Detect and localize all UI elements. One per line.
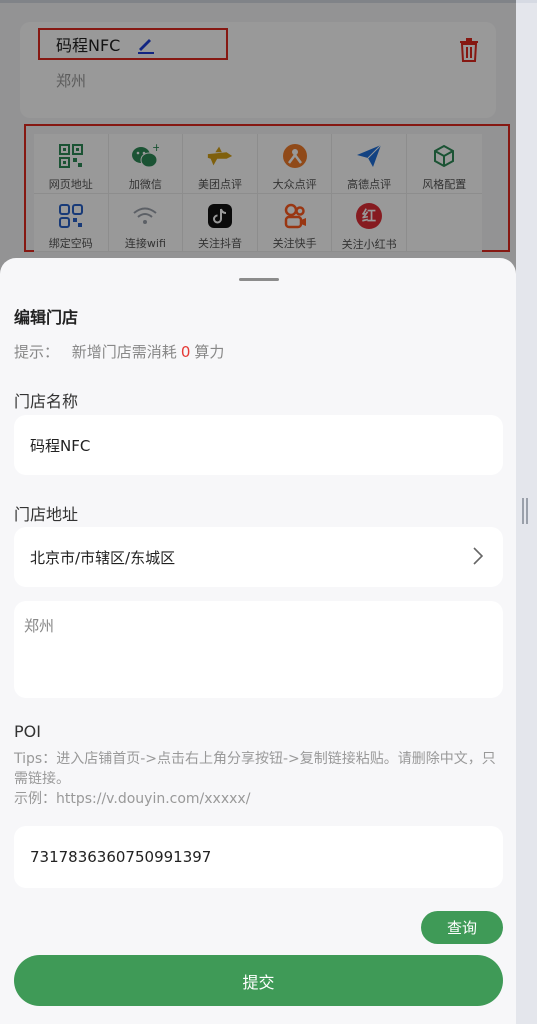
address-region-picker[interactable]: 北京市/市辖区/东城区 <box>14 527 503 587</box>
sheet-handle[interactable] <box>239 278 279 281</box>
store-name-label: 门店名称 <box>14 392 79 411</box>
sheet-title: 编辑门店 <box>14 308 79 327</box>
query-button[interactable]: 查询 <box>421 911 503 944</box>
store-address-label: 门店地址 <box>14 505 79 524</box>
poi-label: POI <box>14 722 41 741</box>
store-name-input[interactable]: 码程NFC <box>14 415 503 475</box>
submit-button[interactable]: 提交 <box>14 955 503 1006</box>
poi-input[interactable]: 7317836360750991397 <box>14 826 503 888</box>
resize-grip-icon[interactable] <box>522 498 528 524</box>
chevron-right-icon <box>473 547 483 565</box>
address-detail-textarea[interactable]: 郑州 <box>14 601 503 698</box>
cost-hint: 提示： 新增门店需消耗 0 算力 <box>14 343 225 361</box>
edit-store-sheet: 编辑门店 提示： 新增门店需消耗 0 算力 门店名称 码程NFC 门店地址 北京市/… <box>0 258 516 1024</box>
cost-value: 0 <box>180 343 191 361</box>
poi-tips: Tips：进入店铺首页->点击右上角分享按钮->复制链接粘贴。请删除中文，只需链… <box>14 751 496 807</box>
